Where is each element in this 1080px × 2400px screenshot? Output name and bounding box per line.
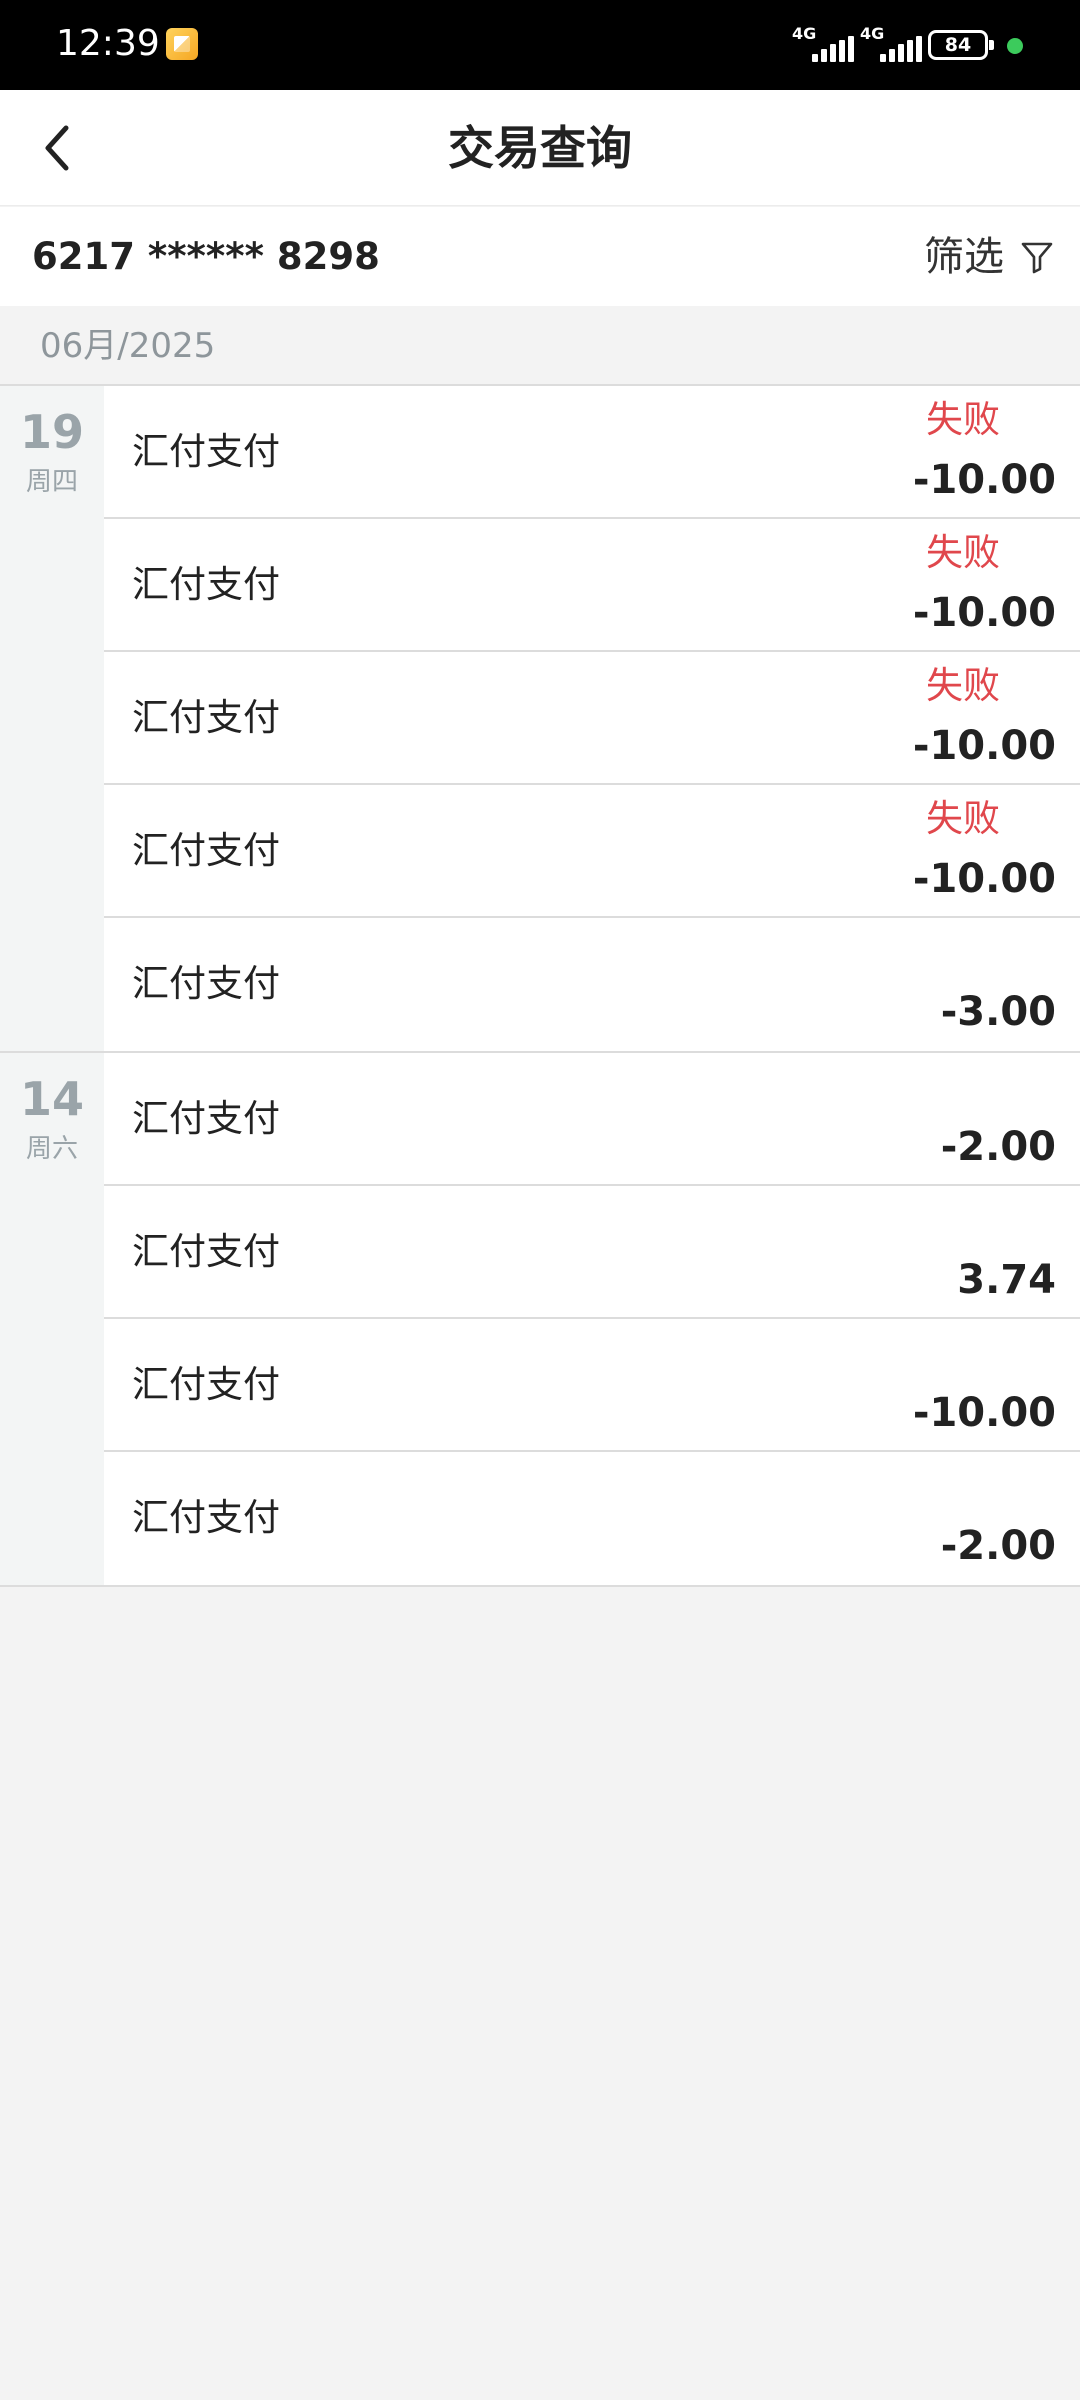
filter-button[interactable]: 筛选	[924, 229, 1054, 285]
transaction-status: 失败	[926, 398, 1000, 441]
battery-level: 84	[944, 34, 972, 56]
back-button[interactable]	[30, 118, 90, 178]
transaction-row[interactable]: 汇付支付 -10.00	[104, 1319, 1080, 1452]
transaction-name: 汇付支付	[132, 829, 280, 872]
account-number: 6217 ****** 8298	[32, 235, 380, 278]
day-weekday: 周四	[25, 467, 78, 497]
signal-1-icon: 4G	[792, 26, 858, 62]
transaction-amount: -3.00	[940, 989, 1056, 1035]
transaction-name: 汇付支付	[132, 563, 280, 606]
transaction-row[interactable]: 汇付支付 失败 -10.00	[104, 519, 1080, 652]
transaction-name: 汇付支付	[132, 1230, 280, 1273]
page-title: 交易查询	[448, 121, 632, 175]
transaction-row[interactable]: 汇付支付 3.74	[104, 1186, 1080, 1319]
transaction-status: 失败	[926, 797, 1000, 840]
transaction-row[interactable]: 汇付支付 -2.00	[104, 1452, 1080, 1585]
filter-label: 筛选	[924, 234, 1004, 280]
status-time: 12:39	[56, 23, 160, 64]
transaction-name: 汇付支付	[132, 1363, 280, 1406]
transaction-row[interactable]: 汇付支付 失败 -10.00	[104, 785, 1080, 918]
day-weekday: 周六	[25, 1134, 78, 1164]
transaction-amount: 3.74	[957, 1257, 1056, 1303]
chevron-left-icon	[45, 125, 69, 171]
account-row: 6217 ****** 8298 筛选	[0, 207, 1080, 306]
transaction-name: 汇付支付	[132, 696, 280, 739]
app-header: 交易查询	[0, 90, 1080, 206]
transaction-status: 失败	[926, 531, 1000, 574]
transaction-row[interactable]: 汇付支付 -3.00	[104, 918, 1080, 1051]
transaction-row[interactable]: 汇付支付 失败 -10.00	[104, 386, 1080, 519]
day-side: 19 周四	[0, 386, 104, 1051]
transaction-amount: -10.00	[912, 723, 1056, 769]
transaction-amount: -10.00	[912, 590, 1056, 636]
transaction-row[interactable]: 汇付支付 失败 -10.00	[104, 652, 1080, 785]
funnel-icon	[1021, 242, 1053, 274]
month-header: 06月/2025	[0, 306, 1080, 386]
transaction-status: 失败	[926, 664, 1000, 707]
transaction-amount: -10.00	[912, 856, 1056, 902]
transaction-name: 汇付支付	[132, 962, 280, 1005]
transaction-amount: -10.00	[912, 1390, 1056, 1436]
transaction-row[interactable]: 汇付支付 -2.00	[104, 1053, 1080, 1186]
day-group: 19 周四 汇付支付 失败 -10.00 汇付支付 失败 -10.00 汇付支付…	[0, 386, 1080, 1053]
transaction-name: 汇付支付	[132, 1097, 280, 1140]
privacy-indicator-dot	[1007, 38, 1023, 54]
status-bar: 12:39 4G 4G 84	[0, 0, 1080, 90]
transaction-list: 19 周四 汇付支付 失败 -10.00 汇付支付 失败 -10.00 汇付支付…	[0, 386, 1080, 1587]
day-side: 14 周六	[0, 1053, 104, 1585]
day-group: 14 周六 汇付支付 -2.00 汇付支付 3.74 汇付支付 -10.00 汇…	[0, 1053, 1080, 1587]
transaction-amount: -10.00	[912, 457, 1056, 503]
battery-icon: 84	[928, 30, 994, 60]
transaction-amount: -2.00	[940, 1124, 1056, 1170]
day-number: 19	[19, 405, 84, 459]
month-label: 06月/2025	[40, 326, 216, 366]
notification-icon	[166, 28, 198, 60]
transaction-name: 汇付支付	[132, 1496, 280, 1539]
day-number: 14	[19, 1072, 84, 1126]
transaction-amount: -2.00	[940, 1523, 1056, 1569]
signal-2-icon: 4G	[860, 26, 926, 62]
transaction-name: 汇付支付	[132, 430, 280, 473]
